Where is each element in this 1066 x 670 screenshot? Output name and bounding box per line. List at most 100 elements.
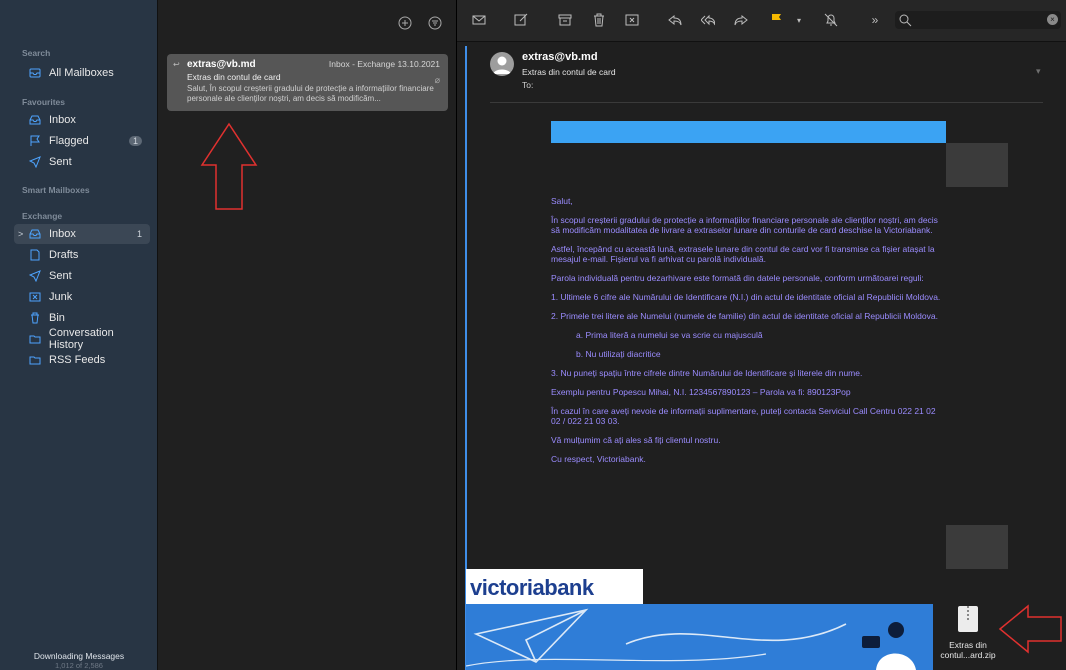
sidebar-item-rss-feeds[interactable]: RSS Feeds: [14, 350, 150, 370]
body-thanks: Vă mulțumim că ați ales să fiți clientul…: [551, 435, 721, 445]
sidebar-item-label: Junk: [49, 291, 73, 303]
inbox-icon: [28, 227, 42, 241]
reader-from[interactable]: extras@vb.md: [522, 51, 598, 63]
attachment-name: Extras din contul...ard.zip: [940, 640, 996, 660]
victoriabank-logo: victoriabank: [466, 569, 643, 604]
drafts-icon: [28, 248, 42, 262]
sidebar-item-label: Sent: [49, 156, 72, 168]
message-preview: Salut, În scopul creșterii gradului de p…: [187, 84, 434, 103]
sidebar-section-search: Search: [22, 48, 51, 58]
status-progress-text: 1,012 of 2,586: [55, 661, 103, 670]
body-contact: În cazul în care aveți nevoie de informa…: [551, 406, 936, 426]
annotation-arrow-left: [998, 604, 1062, 654]
sidebar-item-label: Flagged: [49, 135, 89, 147]
sidebar-item-flagged[interactable]: Flagged 1: [14, 131, 150, 151]
sidebar: Search All Mailboxes Favourites Inbox Fl…: [0, 0, 158, 670]
inbox-icon: [28, 113, 42, 127]
replied-icon: ↩: [173, 60, 180, 69]
more-icon[interactable]: »: [867, 12, 883, 28]
search-input[interactable]: ×: [895, 11, 1061, 29]
sidebar-item-all-mailboxes[interactable]: All Mailboxes: [14, 63, 150, 83]
sidebar-section-exchange: Exchange: [22, 211, 63, 221]
sidebar-item-label: Inbox: [49, 228, 76, 240]
attachment-zip[interactable]: Extras din contul...ard.zip: [934, 606, 1002, 660]
sidebar-item-fav-sent[interactable]: Sent: [14, 152, 150, 172]
forward-icon[interactable]: [733, 12, 749, 28]
folder-icon: [28, 353, 42, 367]
archive-icon[interactable]: [557, 12, 573, 28]
list-toolbar: [398, 16, 442, 30]
sidebar-item-label: RSS Feeds: [49, 354, 106, 366]
sidebar-item-label: Bin: [49, 312, 65, 324]
body-rule: 2. Primele trei litere ale Numelui (nume…: [551, 311, 938, 321]
sidebar-item-label: Inbox: [49, 114, 76, 126]
sidebar-section-favourites: Favourites: [22, 97, 65, 107]
sidebar-item-label: All Mailboxes: [49, 67, 114, 79]
logo-text: victoriabank: [470, 575, 594, 600]
sidebar-item-label: Drafts: [49, 249, 79, 261]
reader-toolbar: ▾ » ×: [457, 0, 1066, 42]
delete-icon[interactable]: [591, 12, 607, 28]
unread-badge: 1: [136, 229, 142, 239]
body-rule-sub: a. Prima literă a numelui se va scrie cu…: [576, 330, 763, 340]
mailboxes-icon: [28, 66, 42, 80]
image-placeholder: [946, 143, 1008, 187]
flag-icon[interactable]: [769, 12, 785, 28]
folder-icon: [28, 332, 42, 346]
body-paragraph: Parola individuală pentru dezarhivare es…: [551, 273, 924, 283]
message-mailbox: Inbox - Exchange: [328, 59, 396, 69]
header-divider: [490, 102, 1043, 103]
compose-icon[interactable]: [513, 12, 529, 28]
chevron-down-icon[interactable]: ▾: [791, 12, 807, 28]
sidebar-item-label: Sent: [49, 270, 72, 282]
avatar: [490, 52, 514, 76]
reader-subject: Extras din contul de card: [522, 67, 616, 77]
junk-icon[interactable]: [624, 12, 640, 28]
message-subject: Extras din contul de card: [187, 72, 281, 82]
add-icon[interactable]: [398, 16, 412, 30]
sidebar-item-exchange-inbox[interactable]: > Inbox 1: [14, 224, 150, 244]
body-rule-sub: b. Nu utilizați diacritice: [576, 349, 661, 359]
message-list: ↩ extras@vb.md Inbox - Exchange 13.10.20…: [158, 0, 457, 670]
chevron-down-icon[interactable]: ▾: [1036, 66, 1041, 77]
sidebar-section-smart: Smart Mailboxes: [22, 185, 90, 195]
zip-file-icon: [958, 606, 978, 632]
sidebar-item-bin[interactable]: Bin: [14, 308, 150, 328]
body-rule: 3. Nu puneți spațiu între cifrele dintre…: [551, 368, 863, 378]
image-placeholder: [946, 525, 1008, 569]
sidebar-item-sent[interactable]: Sent: [14, 266, 150, 286]
unread-badge: 1: [128, 136, 142, 146]
activity-status: Downloading Messages 1,012 of 2,586: [0, 648, 158, 670]
search-icon: [897, 12, 913, 28]
body-rule: 1. Ultimele 6 cifre ale Numărului de Ide…: [551, 292, 941, 302]
sidebar-item-label: Conversation History: [48, 327, 114, 351]
sent-icon: [28, 155, 42, 169]
filter-icon[interactable]: [428, 16, 442, 30]
sidebar-item-conversation-history[interactable]: Conversation History: [14, 327, 150, 351]
body-signoff: Cu respect, Victoriabank.: [551, 454, 646, 464]
reply-all-icon[interactable]: [700, 12, 716, 28]
body-paragraph: Astfel, începând cu această lună, extras…: [551, 244, 935, 264]
chevron-right-icon[interactable]: >: [18, 229, 23, 239]
reader-to-label: To:: [522, 80, 534, 90]
sidebar-item-drafts[interactable]: Drafts: [14, 245, 150, 265]
message-row-selected[interactable]: ↩ extras@vb.md Inbox - Exchange 13.10.20…: [167, 54, 448, 111]
sidebar-item-fav-inbox[interactable]: Inbox: [14, 110, 150, 130]
bin-icon: [28, 311, 42, 325]
email-header-banner: [551, 121, 946, 143]
paper-plane-illustration: [466, 608, 916, 670]
get-mail-icon[interactable]: [471, 12, 487, 28]
body-paragraph: În scopul creșterii gradului de protecți…: [551, 215, 938, 235]
email-body: Salut, În scopul creșterii gradului de p…: [551, 196, 946, 473]
reply-icon[interactable]: [667, 12, 683, 28]
clear-search-icon[interactable]: ×: [1047, 14, 1058, 25]
promo-illustration: [466, 604, 933, 670]
mute-icon[interactable]: [823, 12, 839, 28]
status-text: Downloading Messages: [33, 651, 125, 661]
flag-icon: [28, 134, 42, 148]
message-date: 13.10.2021: [397, 59, 440, 69]
body-greeting: Salut,: [551, 196, 573, 206]
message-meta: Inbox - Exchange 13.10.2021: [329, 59, 440, 69]
sidebar-item-junk[interactable]: Junk: [14, 287, 150, 307]
annotation-arrow-up: [200, 122, 258, 210]
